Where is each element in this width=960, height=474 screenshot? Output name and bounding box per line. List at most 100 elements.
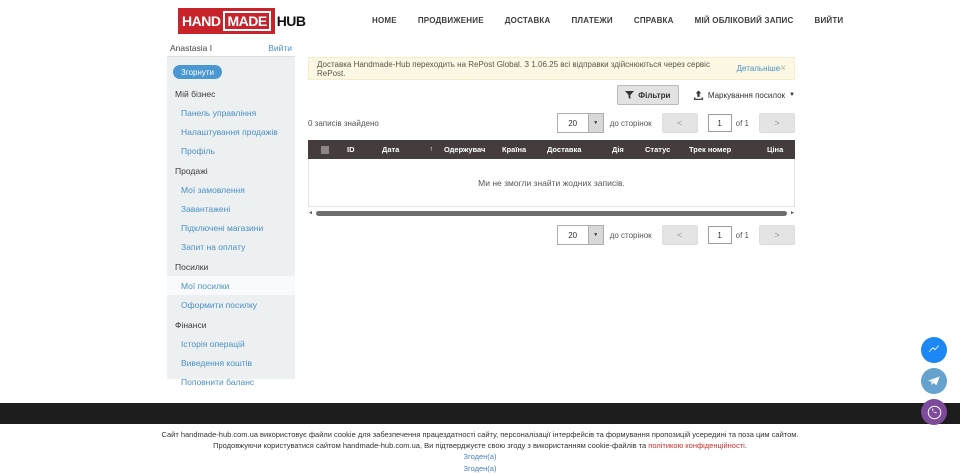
sidebar-item-my-parcels[interactable]: Мої посилки [167,276,295,295]
agree-link-2[interactable]: Згоден(а) [0,464,960,474]
next-page-button-bottom[interactable]: > [759,225,795,245]
of-total-label: of 1 [736,119,749,128]
logo-hand: HAND [182,13,220,29]
records-count: 0 записів знайдено [308,119,379,128]
collapse-sidebar-button[interactable]: Згорнути [173,65,222,79]
page-size-select-bottom[interactable]: 20 ▼ [557,225,604,245]
user-row: Anastasia I Вийти [167,40,295,57]
notification-banner: Доставка Handmade-Hub переходить на RePo… [308,57,795,80]
page-size-select[interactable]: 20 ▼ [557,113,604,133]
cookie-line1: Сайт handmade-hub.com.ua використовує фа… [0,430,960,441]
chevron-down-icon: ▼ [789,92,795,98]
cookie-line2-suffix: . [745,441,747,450]
per-page-label: до сторінок [610,119,652,128]
sidebar-item-profile[interactable]: Профіль [167,141,295,160]
th-delivery[interactable]: Доставка [541,140,606,159]
nav-item-logout[interactable]: ВИЙТИ [814,16,843,25]
logo-hub: HUB [277,13,306,29]
logout-link[interactable]: Вийти [268,43,292,53]
privacy-policy-link[interactable]: політикою конфіденційності [648,441,745,450]
sidebar-item-top-up-balance[interactable]: Поповнити баланс [167,372,295,391]
nav-item-account[interactable]: МІЙ ОБЛІКОВИЙ ЗАПИС [695,16,794,25]
parcels-table: ID Дата ↑ Одержувач Країна Доставка Дія … [308,140,795,207]
nav-item-help[interactable]: СПРАВКА [634,16,674,25]
select-all-cell [308,140,341,159]
logo-made: MADE [223,11,270,31]
sidebar-item-uploaded[interactable]: Завантажені [167,199,295,218]
filters-button-label: Фільтри [638,91,670,100]
th-track-number[interactable]: Трек номер [683,140,761,159]
th-country[interactable]: Країна [496,140,541,159]
sidebar-item-my-orders[interactable]: Мої замовлення [167,180,295,199]
scroll-right-icon[interactable]: ► [790,211,795,216]
filter-funnel-icon [625,91,634,100]
cookie-footer: Сайт handmade-hub.com.ua використовує фа… [0,430,960,474]
scrollbar-thumb[interactable] [316,211,787,216]
sidebar-item-sales-settings[interactable]: Налаштування продажів [167,122,295,141]
handmade-hub-logo[interactable]: HAND MADE HUB [178,8,306,34]
prev-page-button-bottom[interactable]: < [662,225,698,245]
parcel-marking-dropdown[interactable]: Маркування посилок ▼ [693,90,795,101]
th-price[interactable]: Ціна [761,140,795,159]
select-caret-icon[interactable]: ▼ [588,114,603,132]
current-page-input[interactable] [708,114,732,132]
next-page-button[interactable]: > [759,113,795,133]
messenger-icon[interactable] [921,337,947,363]
parcel-marking-label: Маркування посилок [708,91,785,100]
banner-text: Доставка Handmade-Hub переходить на RePo… [317,60,734,78]
table-header-row: ID Дата ↑ Одержувач Країна Доставка Дія … [308,140,795,159]
upload-tray-icon [693,90,704,101]
cookie-line2-text: Продовжуючи користуватися сайтом handmad… [213,441,648,450]
sidebar-section-sales: Продажі [167,160,295,180]
nav-item-payments[interactable]: ПЛАТЕЖИ [571,16,612,25]
pagination-top: 0 записів знайдено 20 ▼ до сторінок < of… [308,112,795,134]
sidebar-section-parcels: Посилки [167,256,295,276]
select-all-checkbox[interactable] [321,146,329,154]
of-total-label-bottom: of 1 [736,231,749,240]
cookie-line2: Продовжуючи користуватися сайтом handmad… [0,441,960,452]
page-size-value: 20 [558,114,588,132]
sidebar-item-connected-stores[interactable]: Підключені магазини [167,218,295,237]
th-date[interactable]: Дата ↑ [376,140,438,159]
per-page-label-bottom: до сторінок [610,231,652,240]
telegram-icon[interactable] [921,368,947,394]
footer-dark-bar [0,403,960,424]
nav-item-promotion[interactable]: ПРОДВИЖЕНИЕ [418,16,484,25]
nav-item-home[interactable]: HOME [372,16,397,25]
main-nav: HOME ПРОДВИЖЕНИЕ ДОСТАВКА ПЛАТЕЖИ СПРАВК… [372,0,843,40]
empty-state-message: Ми не змогли знайти жодних записів. [308,159,795,207]
banner-details-link[interactable]: Детальніше [737,64,781,73]
sidebar-item-dashboard[interactable]: Панель управління [167,103,295,122]
top-header: HAND MADE HUB HOME ПРОДВИЖЕНИЕ ДОСТАВКА … [0,0,960,40]
table-toolbar: Фільтри Маркування посилок ▼ [308,84,795,106]
horizontal-scrollbar: ◄ ► [308,209,795,217]
prev-page-button[interactable]: < [662,113,698,133]
th-date-label: Дата [382,145,399,154]
th-action[interactable]: Дія [606,140,639,159]
th-status[interactable]: Статус [639,140,683,159]
sidebar-item-payment-request[interactable]: Запит на оплату [167,237,295,256]
sidebar-section-finance: Фінанси [167,314,295,334]
select-caret-icon-bottom[interactable]: ▼ [588,226,603,244]
current-page-input-bottom[interactable] [708,226,732,244]
sort-asc-icon[interactable]: ↑ [430,146,434,153]
logo-red-box: HAND MADE [178,8,275,34]
sidebar: Згорнути Мій бізнес Панель управління На… [167,57,295,379]
viber-icon[interactable] [921,399,947,425]
scroll-left-icon[interactable]: ◄ [308,211,313,216]
sidebar-item-operations-history[interactable]: Історія операцій [167,334,295,353]
social-floaters [921,337,947,425]
pagination-top-controls: 20 ▼ до сторінок < of 1 > [557,113,795,133]
th-id[interactable]: ID [341,140,376,159]
filters-button[interactable]: Фільтри [617,85,679,105]
user-name: Anastasia I [170,43,212,53]
nav-item-delivery[interactable]: ДОСТАВКА [505,16,551,25]
pagination-bottom: 20 ▼ до сторінок < of 1 > [308,224,795,246]
sidebar-item-withdraw-funds[interactable]: Виведення коштів [167,353,295,372]
banner-close-icon[interactable]: × [780,63,786,74]
sidebar-item-create-parcel[interactable]: Оформити посилку [167,295,295,314]
th-recipient[interactable]: Одержувач [438,140,496,159]
agree-link-1[interactable]: Згоден(а) [0,452,960,463]
sidebar-section-my-business: Мій бізнес [167,83,295,103]
pagination-bottom-controls: 20 ▼ до сторінок < of 1 > [557,225,795,245]
